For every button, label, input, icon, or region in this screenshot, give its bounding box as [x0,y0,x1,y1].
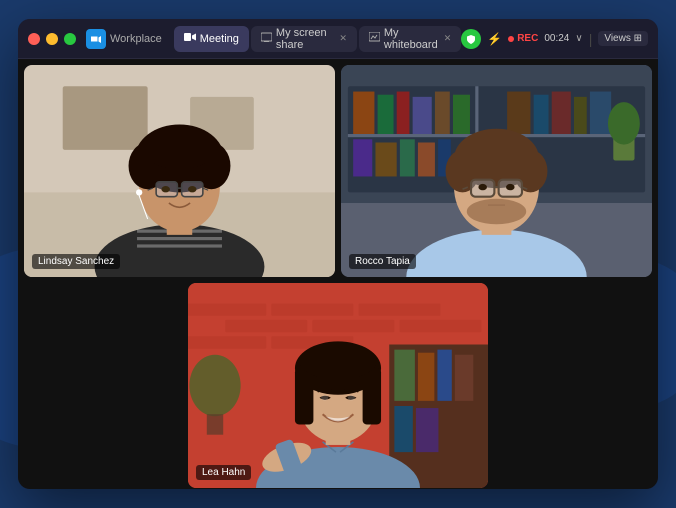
views-button[interactable]: Views ⊞ [598,31,648,46]
rec-dot [508,36,514,42]
views-grid-icon: ⊞ [634,33,642,44]
meeting-tab-icon [184,31,196,46]
name-rocco: Rocco Tapia [349,254,416,269]
rec-label: REC [517,33,538,44]
close-button[interactable] [28,33,40,45]
security-badge [461,29,481,49]
rec-badge: REC [508,33,538,44]
workplace-label: Workplace [110,33,162,45]
tab-meeting[interactable]: Meeting [174,26,249,52]
video-grid: Lindsay Sanchez [18,59,658,489]
title-bar-right: ⚡ REC 00:24 ∨ | Views ⊞ [461,29,648,49]
tab-whiteboard[interactable]: My whiteboard ✕ [359,26,461,52]
tab-screen-share[interactable]: My screen share ✕ [251,26,357,52]
video-tile-lindsay: Lindsay Sanchez [24,65,335,277]
whiteboard-label: My whiteboard [384,27,438,51]
timer: 00:24 [544,33,569,44]
video-tile-rocco: Rocco Tapia [341,65,652,277]
maximize-button[interactable] [64,33,76,45]
title-bar: Workplace Meeting [18,19,658,59]
video-tile-lea: Lea Hahn [188,283,488,488]
video-row-bottom: Lea Hahn [24,283,652,488]
lightning-icon: ⚡ [487,32,502,46]
screen-share-close[interactable]: ✕ [339,33,347,44]
screen-share-label: My screen share [276,27,333,51]
whiteboard-icon [369,32,380,46]
minimize-button[interactable] [46,33,58,45]
window-controls [28,33,76,45]
divider: | [589,31,593,47]
video-row-top: Lindsay Sanchez [24,65,652,277]
meeting-tab-label: Meeting [200,33,239,45]
chevron-icon[interactable]: ∨ [575,33,582,44]
zoom-logo: Workplace [86,29,162,49]
app-window: Workplace Meeting [18,19,658,489]
tabs-area: Meeting My screen share ✕ [174,26,461,52]
name-lea: Lea Hahn [196,465,251,480]
views-label: Views [604,33,631,44]
screen-share-icon [261,32,272,46]
whiteboard-close[interactable]: ✕ [444,33,452,44]
zoom-icon [86,29,106,49]
name-lindsay: Lindsay Sanchez [32,254,120,269]
